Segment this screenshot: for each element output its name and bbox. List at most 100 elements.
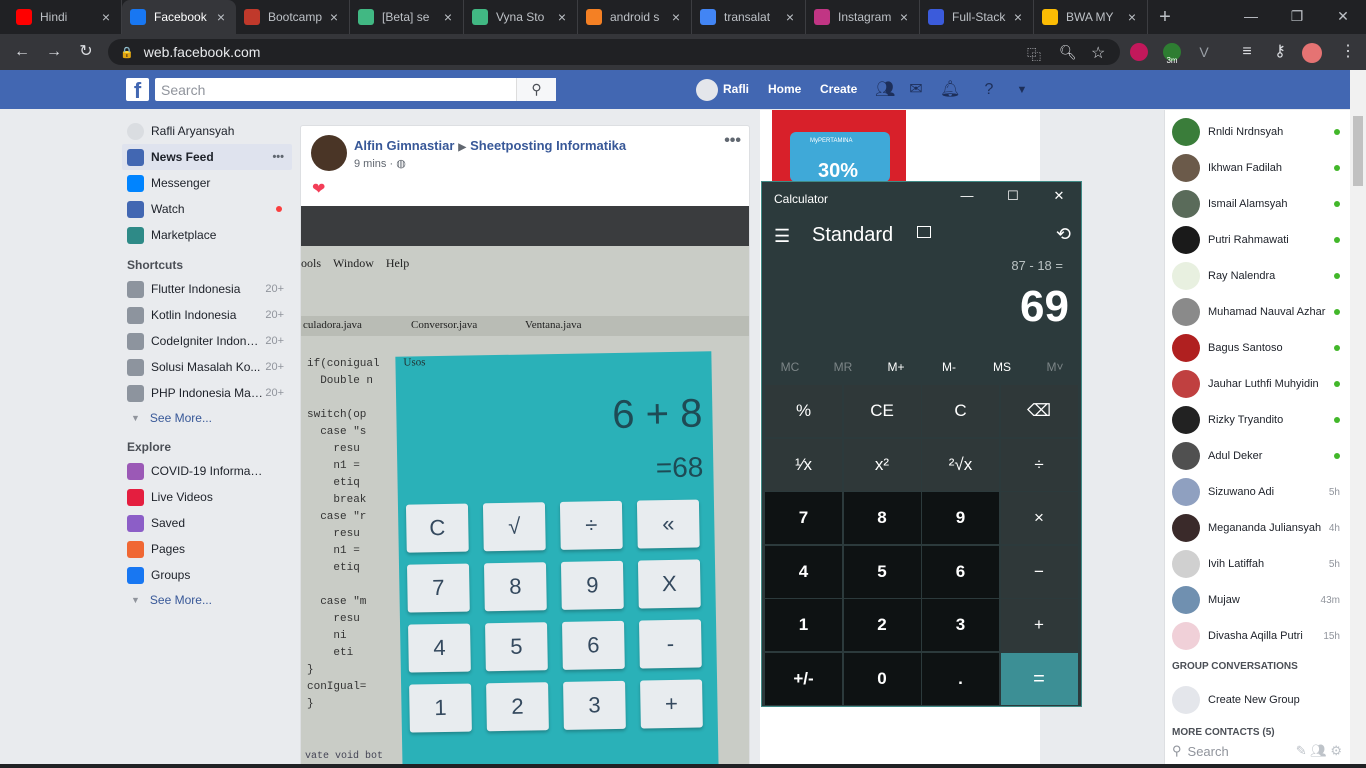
calculator-minimize-button[interactable]: — [952,188,982,208]
profile-avatar[interactable] [1302,43,1322,63]
calculator-close-button[interactable]: ✕ [1044,188,1074,208]
friend-requests-icon[interactable]: 👥︎ [875,81,895,99]
history-icon[interactable]: ⟲ [1056,224,1071,245]
calculator-key[interactable]: C [922,385,999,437]
close-tab-icon[interactable]: × [441,9,455,25]
calculator-key[interactable]: % [765,385,842,437]
calculator-key[interactable]: 4 [765,545,842,598]
calculator-key[interactable]: x² [843,438,921,491]
sidebar-item[interactable]: Watch [122,196,292,222]
chat-options-icon[interactable]: ✎ 👥︎ ⚙ [1296,743,1342,759]
browser-tab[interactable]: transalat × [692,0,806,34]
calculator-key[interactable]: 8 [843,492,921,544]
create-link[interactable]: Create [820,82,857,96]
account-menu-chevron-icon[interactable]: ▼ [1013,81,1031,99]
close-tab-icon[interactable]: × [897,9,911,25]
chat-contact[interactable]: Ivih Latiffah 5h [1172,546,1340,582]
browser-tab[interactable]: [Beta] se × [350,0,464,34]
browser-tab[interactable]: BWA MY × [1034,0,1148,34]
extension-icon[interactable] [1130,43,1148,61]
extension-badge-icon[interactable]: 3m [1163,43,1181,65]
post-group-link[interactable]: Sheetposting Informatika [470,138,626,153]
browser-tab[interactable]: Facebook × [122,0,236,34]
memory-button[interactable]: MC [764,360,816,374]
post-author-avatar[interactable] [311,135,347,171]
explore-item[interactable]: Live Videos [122,484,292,510]
calculator-key[interactable]: ÷ [1000,438,1078,491]
vue-extension-icon[interactable]: V [1195,43,1213,61]
close-tab-icon[interactable]: × [783,9,797,25]
translate-icon[interactable]: ⿻ [1027,45,1041,65]
facebook-logo[interactable]: f [126,78,149,103]
back-arrow-icon[interactable]: ← [10,40,34,64]
forward-arrow-icon[interactable]: → [42,40,66,64]
explore-item[interactable]: Pages [122,536,292,562]
browser-tab[interactable]: android s × [578,0,692,34]
browser-tab[interactable]: Instagram × [806,0,920,34]
calculator-key[interactable]: 3 [922,599,999,651]
explore-item[interactable]: Saved [122,510,292,536]
bookmark-star-icon[interactable]: ☆ [1091,43,1105,63]
sidebar-item[interactable]: Messenger [122,170,292,196]
close-tab-icon[interactable]: × [99,9,113,25]
calculator-key[interactable]: 9 [922,492,999,544]
chat-contact[interactable]: Putri Rahmawati [1172,222,1340,258]
explore-see-more-link[interactable]: ▼ See More... [122,588,292,612]
zoom-icon[interactable]: 🔍︎ [1059,44,1077,61]
memory-button[interactable]: MR [817,360,869,374]
chat-contact[interactable]: Mujaw 43m [1172,582,1340,618]
calculator-key[interactable]: +/- [765,652,842,705]
minimize-window-button[interactable]: — [1228,0,1274,32]
user-avatar[interactable] [696,79,718,101]
calculator-key[interactable]: 5 [843,545,921,598]
browser-tab[interactable]: Hindi × [8,0,122,34]
media-control-icon[interactable]: ≡ [1235,40,1259,64]
shortcut-item[interactable]: Flutter Indonesia 20+ [122,276,292,302]
calculator-key[interactable]: CE [843,385,921,437]
pertamina-ad[interactable]: MyPERTAMINA 30% [772,110,906,182]
calculator-key[interactable]: + [1000,599,1078,651]
calculator-key[interactable]: 6 [922,545,999,598]
post-options-icon[interactable]: ••• [724,132,741,150]
close-tab-icon[interactable]: × [214,9,228,25]
calculator-key[interactable]: 7 [765,492,842,544]
reload-icon[interactable]: ↻ [74,40,98,64]
calculator-key[interactable]: − [1000,545,1078,598]
post-timestamp[interactable]: 9 mins · ◍ [354,157,406,170]
calculator-key[interactable]: 0 [843,652,921,705]
calculator-key[interactable]: ²√x [922,438,999,491]
shortcut-item[interactable]: Solusi Masalah Ko... 20+ [122,354,292,380]
memory-button[interactable]: M˅ [1029,360,1081,374]
search-icon[interactable]: ⚲ [516,78,556,101]
calculator-maximize-button[interactable]: ☐ [998,188,1028,208]
explore-item[interactable]: COVID-19 Informat... [122,458,292,484]
create-new-group-button[interactable]: Create New Group [1172,682,1340,718]
close-tab-icon[interactable]: × [327,9,341,25]
profile-link-sidebar[interactable]: Rafli Aryansyah [122,118,292,144]
address-bar[interactable]: 🔒 web.facebook.com [108,39,1120,65]
chat-contact[interactable]: Ismail Alamsyah [1172,186,1340,222]
close-window-button[interactable]: ✕ [1320,0,1366,32]
memory-button[interactable]: M+ [870,360,922,374]
scrollbar-thumb[interactable] [1353,116,1363,186]
shortcut-item[interactable]: PHP Indonesia Mar... 20+ [122,380,292,406]
browser-menu-icon[interactable]: ⋮ [1336,40,1360,64]
close-tab-icon[interactable]: × [555,9,569,25]
chat-contact[interactable]: Adul Deker [1172,438,1340,474]
profile-link[interactable]: Rafli [723,82,749,96]
browser-tab[interactable]: Bootcamp × [236,0,350,34]
memory-button[interactable]: MS [976,360,1028,374]
hamburger-menu-icon[interactable]: ☰ [774,226,790,247]
post-photo[interactable]: ools Window Help culadora.java Conversor… [301,206,749,767]
more-options-icon[interactable]: ••• [272,151,284,163]
browser-tab[interactable]: Vyna Sto × [464,0,578,34]
chat-contact[interactable]: Ikhwan Fadilah [1172,150,1340,186]
close-tab-icon[interactable]: × [1011,9,1025,25]
calculator-key[interactable]: ⌫ [1000,385,1078,437]
shortcut-item[interactable]: Kotlin Indonesia 20+ [122,302,292,328]
shortcuts-see-more-link[interactable]: ▼ See More... [122,406,292,430]
chat-contact[interactable]: Bagus Santoso [1172,330,1340,366]
facebook-search-input[interactable] [155,78,555,101]
calculator-key[interactable]: 1 [765,599,842,651]
chat-contact[interactable]: Jauhar Luthfi Muhyidin [1172,366,1340,402]
